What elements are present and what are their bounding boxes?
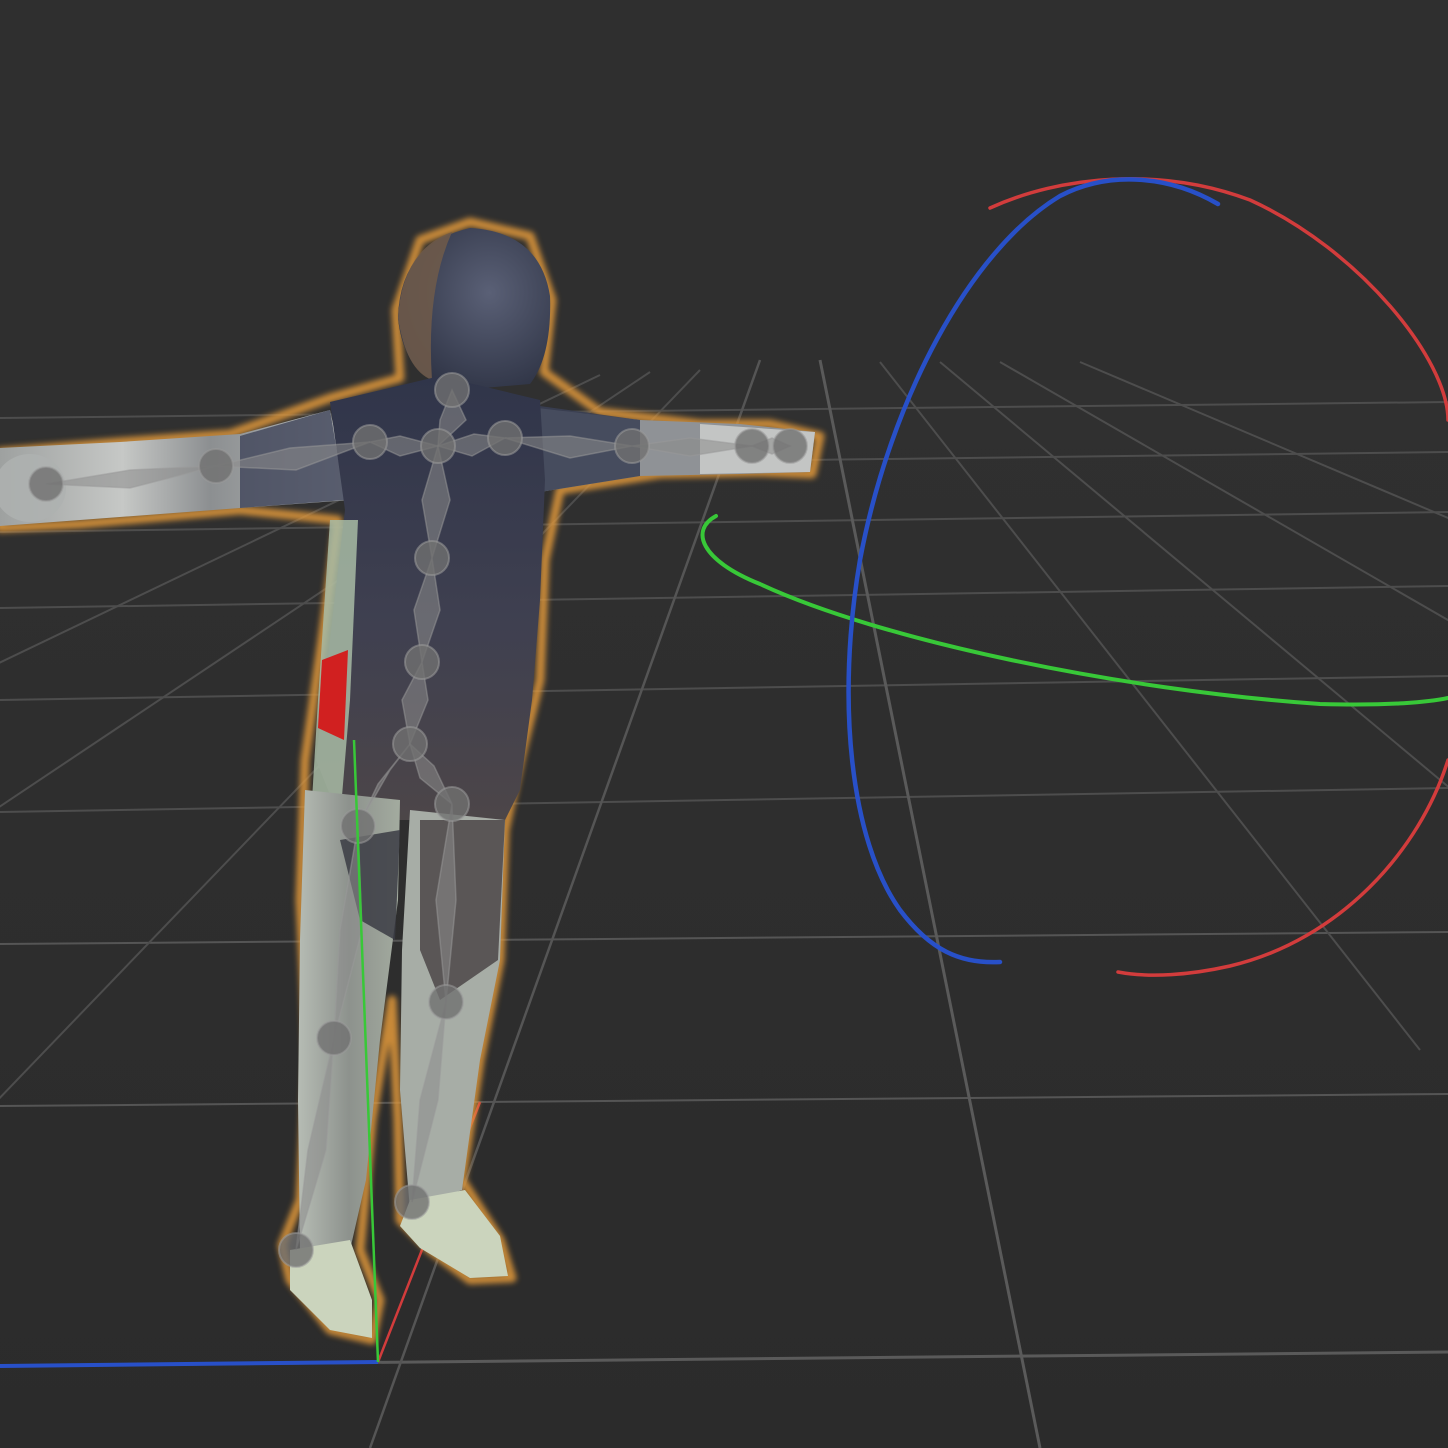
3d-viewport[interactable] [0,0,1448,1448]
joint-hand-right[interactable] [772,428,808,464]
joint-ankle-left[interactable] [278,1232,314,1268]
floor-shade [0,380,1448,1448]
joint-shoulder-left[interactable] [352,424,388,460]
joint-ankle-right[interactable] [394,1184,430,1220]
joint-wrist-right[interactable] [734,428,770,464]
joint-head[interactable] [434,372,470,408]
red-accent [318,650,348,740]
joint-chest[interactable] [420,428,456,464]
joint-elbow-left[interactable] [198,448,234,484]
joint-hip-right[interactable] [434,786,470,822]
viewport-canvas[interactable] [0,0,1448,1448]
joint-elbow-right[interactable] [614,428,650,464]
joint-pelvis[interactable] [392,726,428,762]
joint-shoulder-right[interactable] [487,420,523,456]
joint-knee-right[interactable] [428,984,464,1020]
joint-spine-mid[interactable] [404,644,440,680]
joint-wrist-left[interactable] [28,466,64,502]
joint-spine-upper[interactable] [414,540,450,576]
joint-knee-left[interactable] [316,1020,352,1056]
